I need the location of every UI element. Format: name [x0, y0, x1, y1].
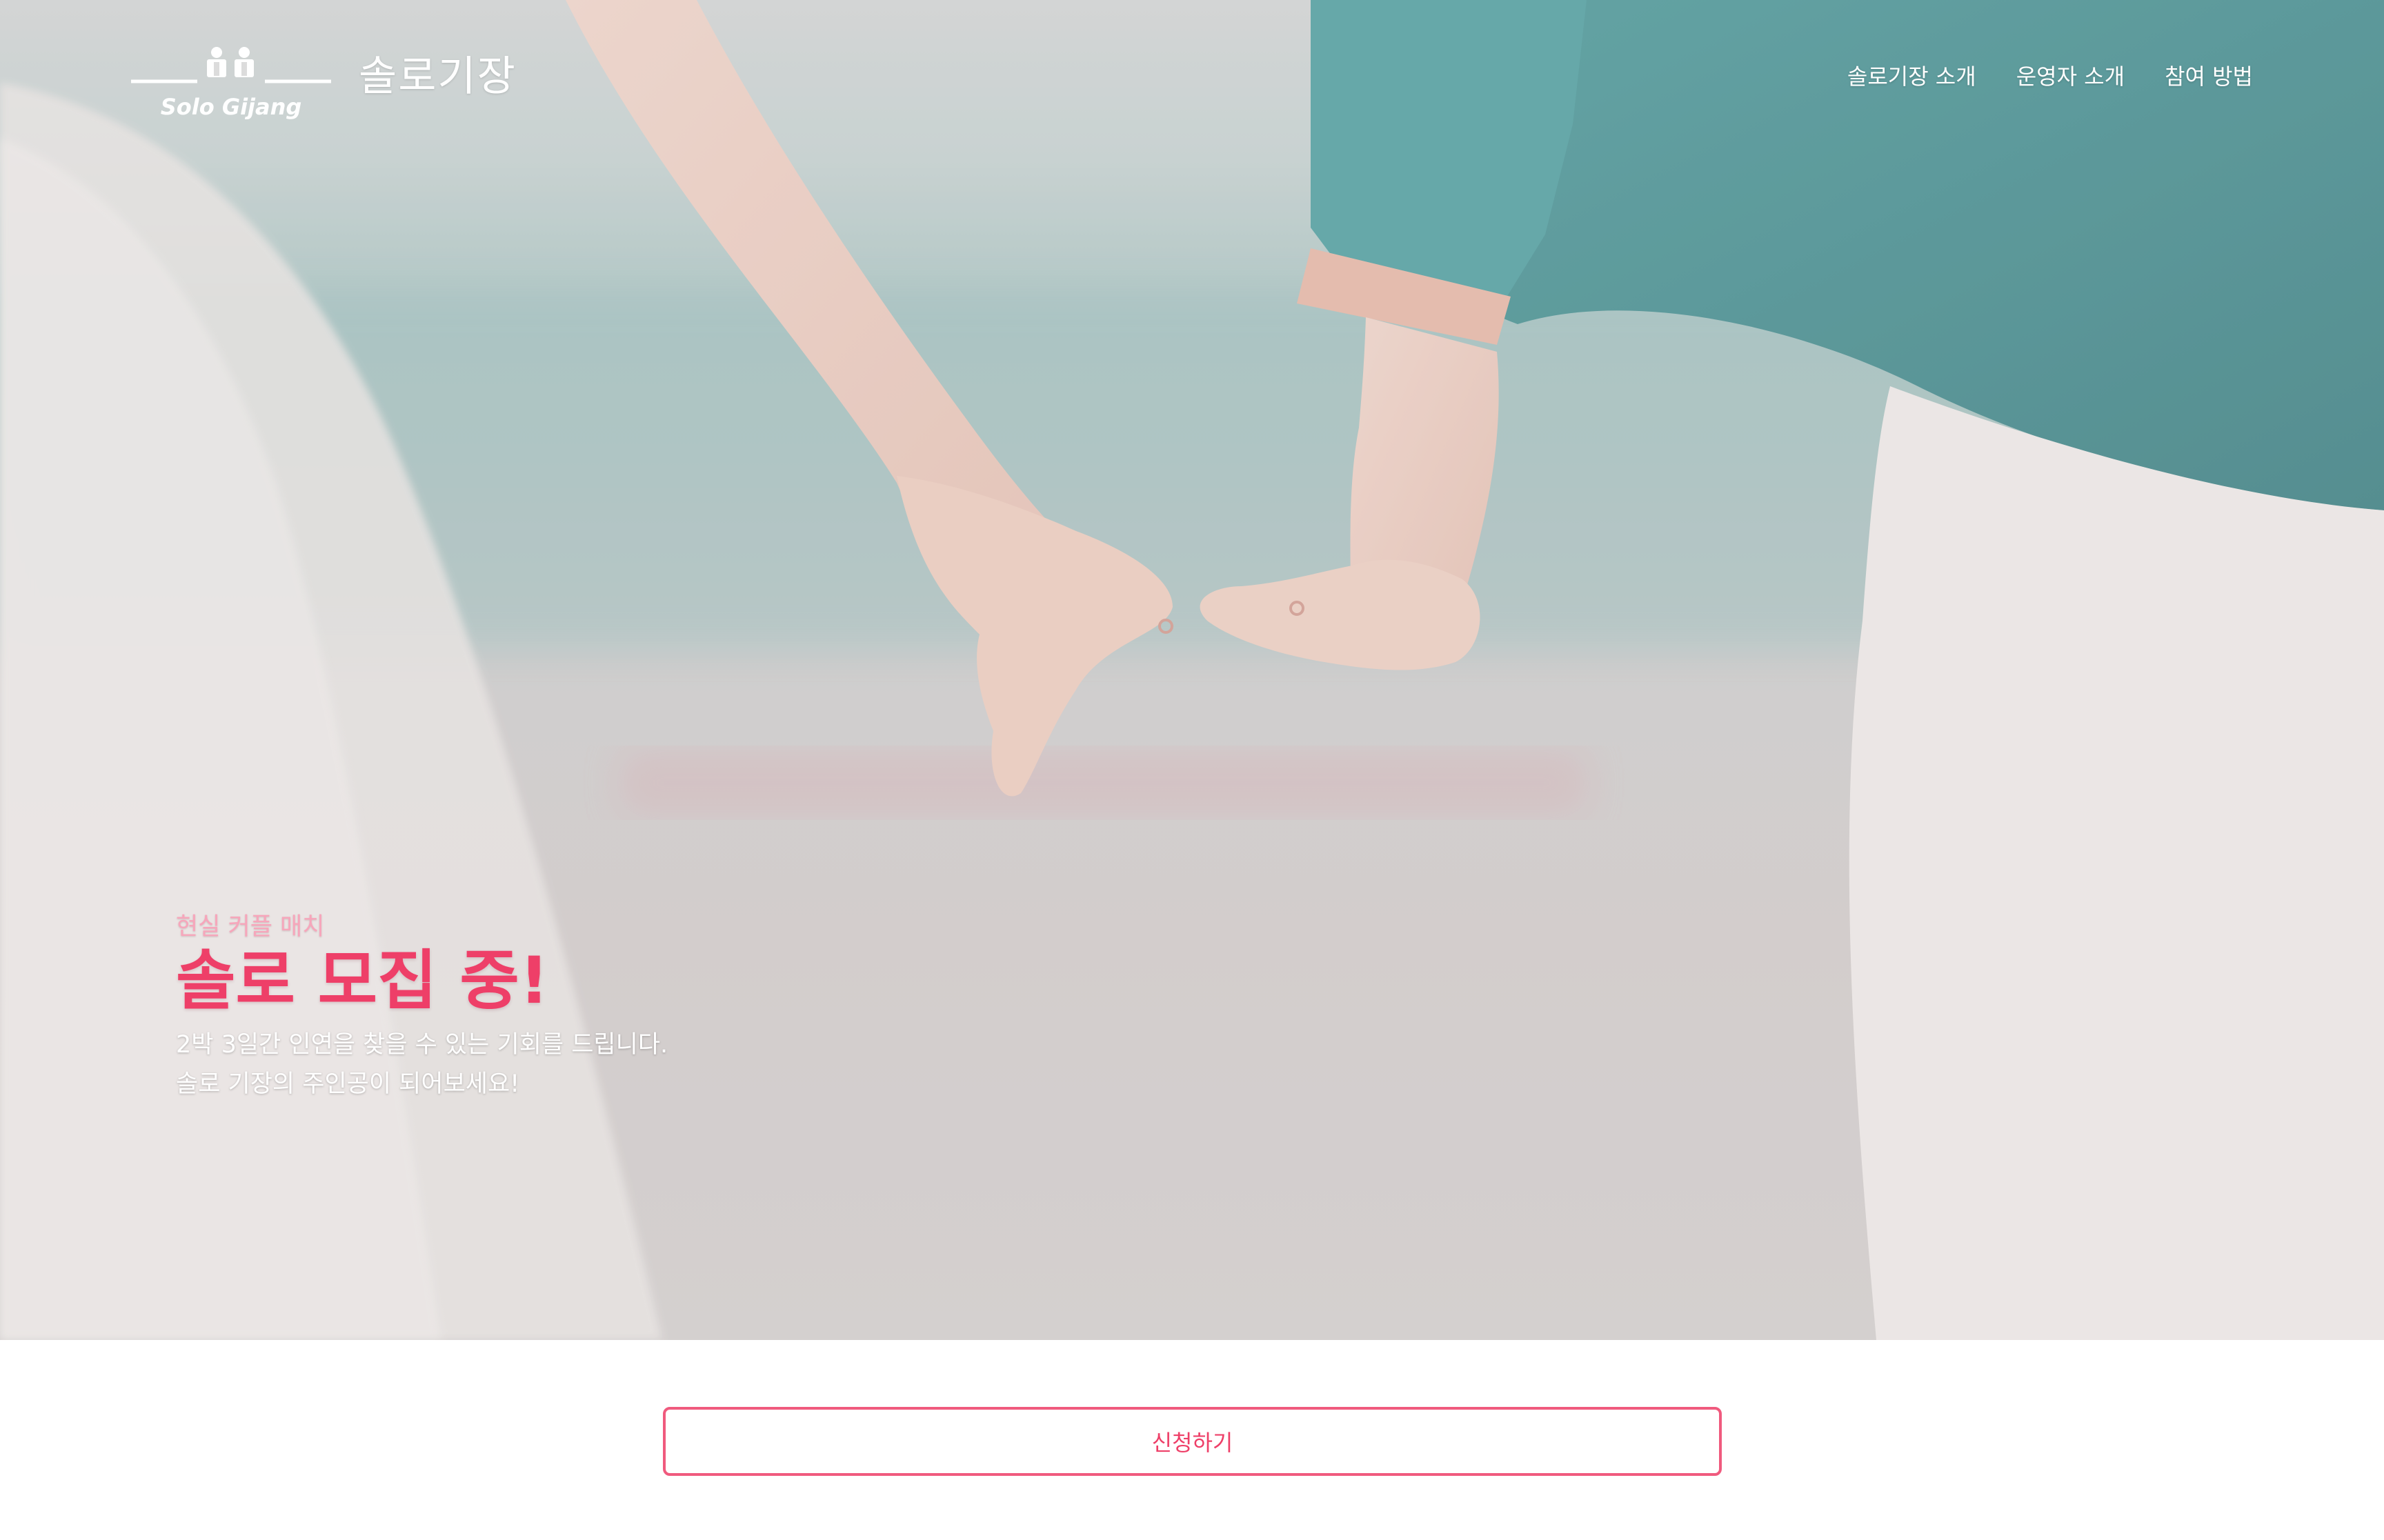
hero-text: 현실 커플 매치 솔로 모집 중! 2박 3일간 인연을 찾을 수 있는 기회를…: [176, 907, 668, 1104]
hero-desc-line-2: 솔로 기장의 주인공이 되어보세요!: [176, 1070, 520, 1098]
brand-name[interactable]: 솔로기장: [359, 43, 517, 103]
nav-item-about[interactable]: 솔로기장 소개: [1847, 59, 1976, 91]
logo[interactable]: Solo Gijang: [131, 40, 331, 130]
hero-headline: 솔로 모집 중!: [176, 943, 549, 1019]
top-nav: 솔로기장 소개 운영자 소개 참여 방법: [1847, 59, 2253, 91]
hero-desc-line-1: 2박 3일간 인연을 찾을 수 있는 기회를 드립니다.: [176, 1030, 668, 1059]
logo-icon: Solo Gijang: [131, 47, 331, 120]
hero-overlay: [0, 0, 2384, 1340]
nav-item-operators[interactable]: 운영자 소개: [2016, 59, 2125, 91]
logo-text: Solo Gijang: [161, 94, 302, 120]
hero-eyebrow: 현실 커플 매치: [176, 913, 325, 941]
apply-button[interactable]: 신청하기: [663, 1407, 1722, 1476]
hero-section: Solo Gijang 솔로기장 솔로기장 소개 운영자 소개 참여 방법 현실…: [0, 0, 2384, 1340]
nav-item-how-to-join[interactable]: 참여 방법: [2165, 59, 2253, 91]
